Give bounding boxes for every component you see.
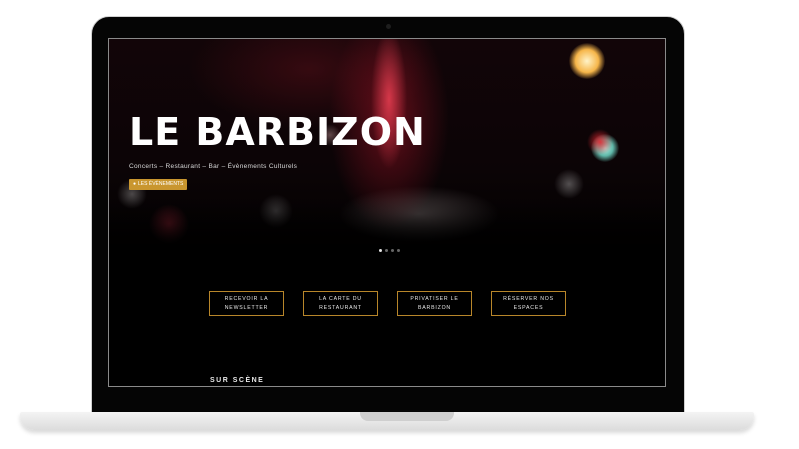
slider-dots [379, 249, 400, 252]
events-button[interactable]: ● LES ÉVÈNEMENTS [129, 179, 188, 190]
laptop-base [20, 412, 754, 430]
section-title-on-stage: SUR SCÈNE [210, 377, 265, 384]
website-screen: LE BARBIZON Concerts – Restaurant – Bar … [108, 38, 666, 387]
slider-dot[interactable] [391, 249, 394, 252]
hero-title: LE BARBIZON [129, 110, 426, 154]
book-spaces-button[interactable]: RÉSERVER NOS ESPACES [491, 291, 566, 316]
bokeh-light [554, 169, 584, 199]
slider-dot[interactable] [379, 249, 382, 252]
slider-dot[interactable] [385, 249, 388, 252]
bokeh-light [587, 129, 613, 155]
camera-icon [385, 24, 391, 29]
newsletter-button[interactable]: RECEVOIR LA NEWSLETTER [209, 291, 284, 316]
bokeh-light [569, 43, 605, 79]
quick-actions: RECEVOIR LA NEWSLETTER LA CARTE DU RESTA… [209, 291, 566, 316]
privatize-button[interactable]: PRIVATISER LE BARBIZON [397, 291, 472, 316]
events-button-label: LES ÉVÈNEMENTS [138, 181, 184, 187]
hero-subtitle: Concerts – Restaurant – Bar – Évènements… [129, 163, 298, 170]
slider-dot[interactable] [397, 249, 400, 252]
hero-banner: LE BARBIZON Concerts – Restaurant – Bar … [109, 39, 665, 259]
laptop-notch [360, 412, 454, 421]
bell-icon: ● [133, 181, 137, 187]
restaurant-menu-button[interactable]: LA CARTE DU RESTAURANT [303, 291, 378, 316]
